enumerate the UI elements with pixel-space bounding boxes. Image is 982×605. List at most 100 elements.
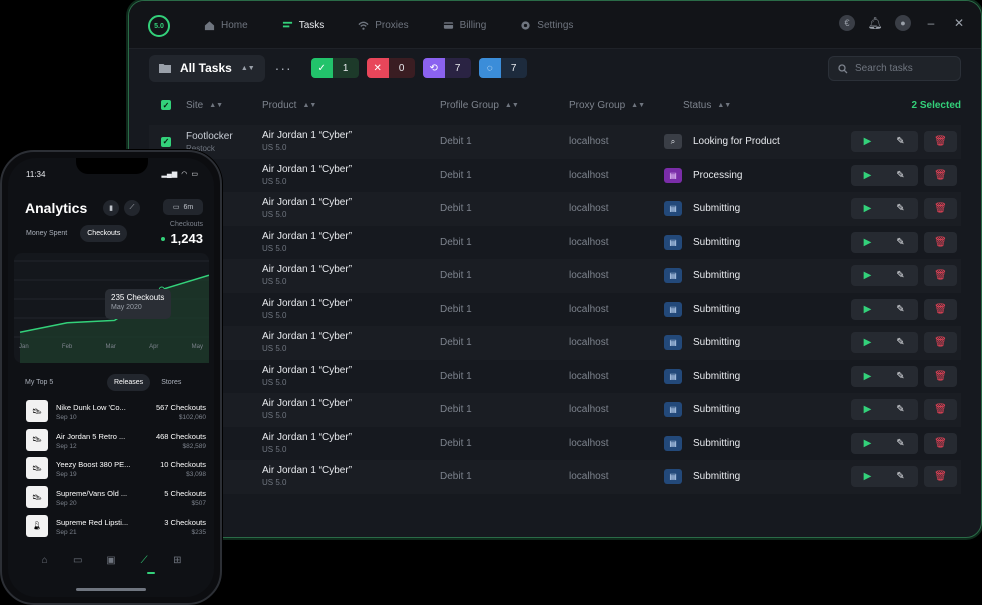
delete-icon[interactable]: 🗑︎ [924, 432, 957, 454]
counter-running[interactable]: ◌ 7 [478, 58, 527, 78]
col-site[interactable]: Site ▲▼ [186, 100, 223, 111]
table-row[interactable]: cker Air Jordan 1 “Cyber” US 5.0 Debit 1… [149, 460, 961, 494]
col-status[interactable]: Status ▲▼ [683, 100, 731, 111]
more-icon[interactable]: ··· [275, 60, 292, 76]
bar-chart-icon[interactable]: ▮ [103, 200, 119, 216]
list-item[interactable]: 👟︎ Air Jordan 5 Retro ... Sep 12 468 Che… [26, 428, 207, 458]
tasks-icon[interactable]: ▭ [71, 553, 85, 567]
proxy-cell: localhost [569, 404, 609, 416]
settings-icon[interactable]: ⊞ [170, 553, 184, 567]
currency-icon[interactable]: € [839, 15, 855, 31]
counter-failed-value: 0 [398, 62, 405, 74]
user-icon[interactable]: ● [895, 15, 911, 31]
status-text: Submitting [693, 236, 741, 248]
table-row[interactable]: cker Air Jordan 1 “Cyber” US 5.0 Debit 1… [149, 359, 961, 393]
list-item[interactable]: 💄︎ Supreme Red Lipsti... Sep 21 3 Checko… [26, 514, 206, 544]
select-all-checkbox[interactable]: ✓ [161, 100, 171, 110]
profiles-icon[interactable]: ▣ [104, 553, 118, 567]
play-icon[interactable]: ▶ [851, 471, 884, 482]
table-row[interactable]: cker Air Jordan 1 “Cyber” US 5.0 Debit 1… [149, 225, 961, 259]
list-item[interactable]: 👟︎ Supreme/Vans Old ... Sep 20 5 Checkou… [26, 486, 206, 515]
nav-billing[interactable]: Billing [426, 1, 504, 49]
col-profile[interactable]: Profile Group ▲▼ [440, 100, 519, 111]
app-logo[interactable]: 5.0 [148, 15, 170, 37]
nav-home[interactable]: Home [187, 1, 265, 49]
product-name: Air Jordan 1 “Cyber” [262, 230, 353, 242]
home-icon[interactable]: ⌂ [38, 553, 52, 567]
edit-icon[interactable]: ✎ [884, 170, 917, 181]
table-row[interactable]: cker Air Jordan 1 “Cyber” US 5.0 Debit 1… [149, 259, 961, 293]
search-input[interactable] [855, 63, 950, 74]
col-proxy-label: Proxy Group [569, 99, 626, 111]
close-icon[interactable]: ✕ [951, 15, 967, 31]
counter-carted[interactable]: ⟲ 7 [422, 58, 471, 78]
edit-icon[interactable]: ✎ [884, 304, 917, 315]
nav-settings[interactable]: Settings [503, 1, 590, 49]
delete-icon[interactable]: 🗑︎ [924, 332, 957, 354]
status-submitting-icon: ▤ [664, 435, 682, 451]
tab-money-spent[interactable]: Money Spent [19, 225, 74, 242]
tab-checkouts[interactable]: Checkouts [80, 225, 128, 242]
task-group-select[interactable]: All Tasks ▲▼ [149, 54, 265, 82]
edit-icon[interactable]: ✎ [884, 136, 917, 147]
edit-icon[interactable]: ✎ [884, 203, 917, 214]
edit-icon[interactable]: ✎ [884, 404, 917, 415]
table-row[interactable]: cker Air Jordan 1 “Cyber” US 5.0 Debit 1… [149, 158, 961, 192]
tab-releases[interactable]: Releases [107, 374, 151, 391]
play-icon[interactable]: ▶ [851, 270, 884, 281]
minimize-icon[interactable]: – [923, 15, 939, 31]
play-icon[interactable]: ▶ [851, 304, 884, 315]
table-row[interactable]: ✓ Footlocker Restock Air Jordan 1 “Cyber… [149, 125, 961, 159]
delete-icon[interactable]: 🗑︎ [924, 198, 957, 220]
item-revenue: $82,589 [182, 442, 207, 450]
list-item[interactable]: 👟︎ Yeezy Boost 380 PE... Sep 19 10 Check… [26, 457, 206, 486]
range-select[interactable]: ▭ 6m [163, 199, 203, 215]
bell-icon[interactable]: 🔔︎ [867, 15, 883, 31]
play-icon[interactable]: ▶ [851, 203, 884, 214]
table-row[interactable]: cker Air Jordan 1 “Cyber” US 5.0 Debit 1… [149, 426, 961, 460]
line-chart-icon[interactable]: ⟋ [124, 200, 140, 216]
play-icon[interactable]: ▶ [851, 371, 884, 382]
play-icon[interactable]: ▶ [851, 337, 884, 348]
edit-icon[interactable]: ✎ [884, 337, 917, 348]
play-icon[interactable]: ▶ [851, 237, 884, 248]
counter-failed[interactable]: ✕ 0 [366, 58, 415, 78]
delete-icon[interactable]: 🗑︎ [924, 298, 957, 320]
delete-icon[interactable]: 🗑︎ [924, 265, 957, 287]
edit-icon[interactable]: ✎ [884, 471, 917, 482]
nav-proxies[interactable]: Proxies [341, 1, 425, 49]
col-proxy[interactable]: Proxy Group ▲▼ [569, 100, 645, 111]
play-icon[interactable]: ▶ [851, 404, 884, 415]
row-checkbox[interactable]: ✓ [161, 136, 171, 147]
play-icon[interactable]: ▶ [851, 438, 884, 449]
delete-icon[interactable]: 🗑︎ [924, 399, 957, 421]
edit-icon[interactable]: ✎ [884, 371, 917, 382]
search-icon [838, 63, 848, 73]
delete-icon[interactable]: 🗑︎ [924, 365, 957, 387]
play-icon[interactable]: ▶ [851, 170, 884, 181]
counter-success[interactable]: ✓ 1 [310, 58, 359, 78]
run-edit-group: ▶ ✎ [851, 466, 918, 488]
table-row[interactable]: cker Air Jordan 1 “Cyber” US 5.0 Debit 1… [149, 192, 961, 226]
tab-stores[interactable]: Stores [154, 374, 188, 391]
delete-icon[interactable]: 🗑︎ [924, 131, 957, 153]
item-checkouts: 468 Checkouts [155, 431, 206, 441]
edit-icon[interactable]: ✎ [884, 237, 917, 248]
status-submitting-icon: ▤ [664, 234, 682, 250]
delete-icon[interactable]: 🗑︎ [924, 466, 957, 488]
sort-icon: ▲▼ [209, 101, 224, 109]
nav-home-label: Home [221, 19, 248, 31]
list-item[interactable]: 👟︎ Nike Dunk Low 'Co... Sep 10 567 Check… [26, 400, 206, 429]
edit-icon[interactable]: ✎ [884, 270, 917, 281]
play-icon[interactable]: ▶ [851, 136, 884, 147]
edit-icon[interactable]: ✎ [884, 438, 917, 449]
table-row[interactable]: cker Air Jordan 1 “Cyber” US 5.0 Debit 1… [149, 393, 961, 427]
delete-icon[interactable]: 🗑︎ [924, 231, 957, 253]
analytics-icon[interactable]: ⟋ [137, 553, 151, 567]
table-row[interactable]: cker Air Jordan 1 “Cyber” US 5.0 Debit 1… [149, 292, 961, 326]
col-product[interactable]: Product ▲▼ [262, 100, 316, 111]
table-row[interactable]: cker Air Jordan 1 “Cyber” US 5.0 Debit 1… [149, 326, 961, 360]
nav-tasks[interactable]: Tasks [265, 1, 342, 49]
product-cell: Air Jordan 1 “Cyber” US 5.0 [262, 331, 352, 355]
delete-icon[interactable]: 🗑︎ [924, 164, 957, 186]
